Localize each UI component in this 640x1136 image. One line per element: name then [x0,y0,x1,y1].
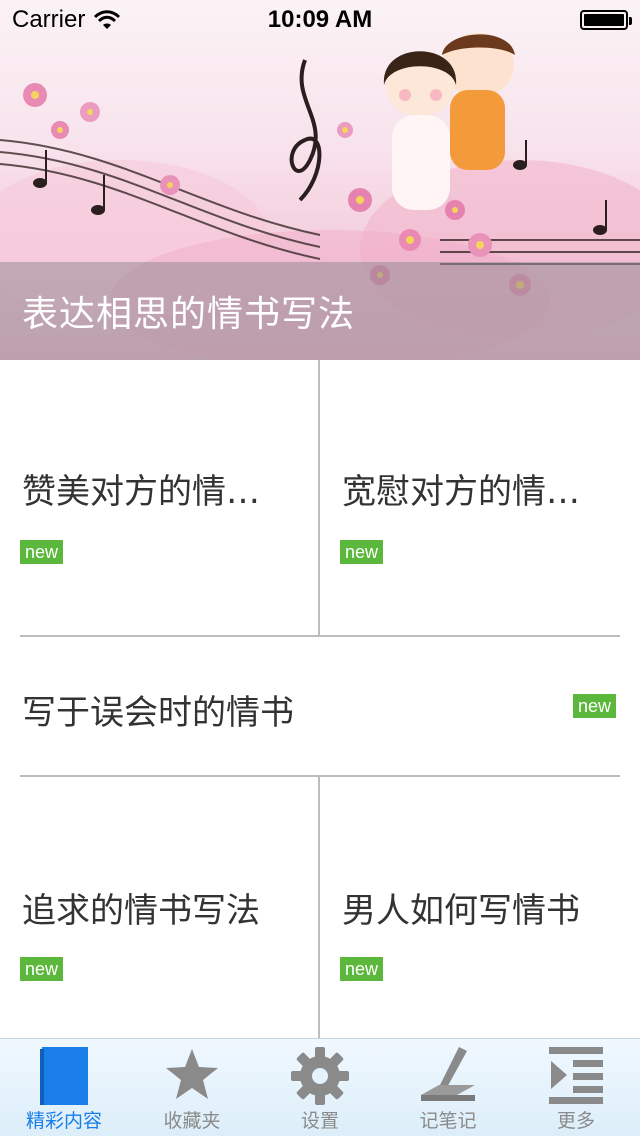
tab-more[interactable]: 更多 [512,1039,640,1136]
star-icon [166,1049,218,1099]
tab-label: 更多 [556,1110,595,1132]
new-badge: new [20,540,64,564]
tab-featured[interactable]: 精彩内容 [0,1039,128,1136]
status-time: 10:09 AM [267,6,373,33]
tab-settings[interactable]: 设置 [256,1039,384,1136]
gear-icon [291,1047,349,1105]
status-bar: Carrier 10:09 AM [0,0,640,40]
article-item[interactable]: 男人如何写情书 new [320,777,640,1038]
tab-label: 设置 [300,1110,339,1132]
new-badge: new [572,694,616,718]
tab-label: 精彩内容 [25,1110,102,1132]
article-item[interactable]: 宽慰对方的情… new [320,360,640,635]
article-item[interactable]: 追求的情书写法 new [0,777,318,1038]
tab-favorites[interactable]: 收藏夹 [128,1039,256,1136]
new-badge: new [20,957,64,981]
banner[interactable]: 表达相思的情书写法 [0,0,640,360]
tab-bar: 精彩内容 收藏夹 设置 记笔记 更多 [0,1038,640,1136]
tab-label: 收藏夹 [163,1110,221,1132]
new-badge: new [340,957,384,981]
article-title: 赞美对方的情… [22,472,260,512]
pen-icon [421,1047,475,1101]
battery-icon [580,10,632,30]
article-title: 写于误会时的情书 [22,693,294,733]
banner-title: 表达相思的情书写法 [22,294,356,335]
more-list-icon [549,1047,603,1104]
new-badge: new [340,540,384,564]
article-title: 追求的情书写法 [22,891,260,931]
tab-notes[interactable]: 记笔记 [384,1039,512,1136]
banner-caption: 表达相思的情书写法 [0,262,640,360]
article-title: 宽慰对方的情… [342,472,580,512]
article-item[interactable]: 赞美对方的情… new [0,360,318,635]
article-grid: 赞美对方的情… new 宽慰对方的情… new 写于误会时的情书 new 追求的… [0,360,640,1038]
tab-label: 记笔记 [419,1110,477,1132]
book-icon [40,1047,88,1105]
article-title: 男人如何写情书 [342,891,580,931]
article-item[interactable]: 写于误会时的情书 new [0,637,640,775]
